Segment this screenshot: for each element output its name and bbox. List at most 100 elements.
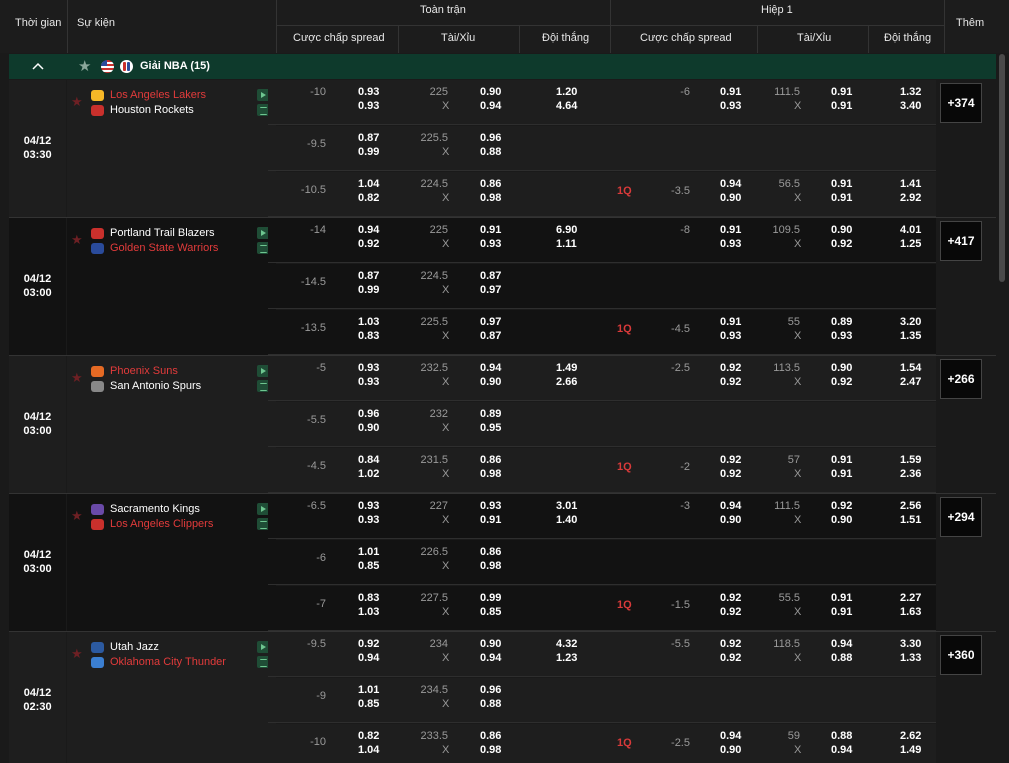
handicap-odd-home[interactable]: 0.93 [358,362,379,374]
handicap-odd-home[interactable]: 0.92 [358,638,379,650]
match-event[interactable]: ★ Utah Jazz Oklahoma City Thunder [67,632,276,763]
half-winner-odd-away[interactable]: 1.25 [900,238,921,250]
half-winner-odd-home[interactable]: 2.62 [900,730,921,742]
winner-odd-home[interactable]: 4.32 [556,638,577,650]
winner-odd-away[interactable]: 1.23 [556,652,577,664]
half-handicap-odd-away[interactable]: 0.90 [720,744,741,756]
handicap-odd-away[interactable]: 0.85 [358,560,379,572]
half-total-odd-under[interactable]: 0.94 [831,744,852,756]
half-total-odd-under[interactable]: 0.92 [831,238,852,250]
half-total-odd-over[interactable]: 0.89 [831,316,852,328]
half-handicap-odd-away[interactable]: 0.90 [720,192,741,204]
handicap-odd-home[interactable]: 0.93 [358,86,379,98]
half-handicap-odd-away[interactable]: 0.92 [720,652,741,664]
total-odd-under[interactable]: 0.91 [480,514,501,526]
half-winner-odd-home[interactable]: 1.54 [900,362,921,374]
handicap-odd-away[interactable]: 1.04 [358,744,379,756]
handicap-odd-away[interactable]: 0.94 [358,652,379,664]
half-total-odd-under[interactable]: 0.92 [831,376,852,388]
winner-odd-home[interactable]: 1.20 [556,86,577,98]
team2-name[interactable]: Golden State Warriors [110,242,218,254]
total-odd-over[interactable]: 0.94 [480,362,501,374]
team2-name[interactable]: Houston Rockets [110,104,194,116]
total-odd-over[interactable]: 0.86 [480,546,501,558]
half-winner-odd-home[interactable]: 4.01 [900,224,921,236]
half-winner-odd-home[interactable]: 3.20 [900,316,921,328]
total-odd-under[interactable]: 0.98 [480,468,501,480]
half-handicap-odd-home[interactable]: 0.94 [720,178,741,190]
team1-name[interactable]: Utah Jazz [110,641,159,653]
handicap-odd-home[interactable]: 1.04 [358,178,379,190]
half-handicap-odd-away[interactable]: 0.93 [720,100,741,112]
total-odd-over[interactable]: 0.96 [480,684,501,696]
half-winner-odd-away[interactable]: 2.92 [900,192,921,204]
handicap-odd-home[interactable]: 0.87 [358,270,379,282]
total-odd-under[interactable]: 0.93 [480,238,501,250]
winner-odd-home[interactable]: 3.01 [556,500,577,512]
half-total-odd-over[interactable]: 0.91 [831,592,852,604]
half-handicap-odd-home[interactable]: 0.92 [720,362,741,374]
half-winner-odd-away[interactable]: 1.35 [900,330,921,342]
handicap-odd-home[interactable]: 0.93 [358,500,379,512]
scrollbar-thumb[interactable] [999,54,1005,282]
match-event[interactable]: ★ Sacramento Kings Los Angeles Clippers [67,494,276,632]
half-winner-odd-home[interactable]: 2.27 [900,592,921,604]
half-handicap-odd-away[interactable]: 0.92 [720,376,741,388]
total-odd-under[interactable]: 0.94 [480,652,501,664]
team1-name[interactable]: Phoenix Suns [110,365,178,377]
more-markets-button[interactable]: +266 [940,359,982,399]
half-total-odd-over[interactable]: 0.91 [831,454,852,466]
total-odd-under[interactable]: 0.88 [480,146,501,158]
half-winner-odd-home[interactable]: 1.41 [900,178,921,190]
handicap-odd-away[interactable]: 0.93 [358,100,379,112]
half-winner-odd-home[interactable]: 1.32 [900,86,921,98]
total-odd-over[interactable]: 0.90 [480,86,501,98]
half-handicap-odd-away[interactable]: 0.90 [720,514,741,526]
total-odd-under[interactable]: 0.94 [480,100,501,112]
handicap-odd-away[interactable]: 0.99 [358,284,379,296]
total-odd-over[interactable]: 0.93 [480,500,501,512]
more-markets-button[interactable]: +360 [940,635,982,675]
half-handicap-odd-home[interactable]: 0.92 [720,592,741,604]
handicap-odd-home[interactable]: 0.84 [358,454,379,466]
handicap-odd-away[interactable]: 0.93 [358,514,379,526]
handicap-odd-away[interactable]: 0.82 [358,192,379,204]
half-handicap-odd-away[interactable]: 0.92 [720,606,741,618]
total-odd-under[interactable]: 0.88 [480,698,501,710]
handicap-odd-away[interactable]: 0.99 [358,146,379,158]
half-total-odd-over[interactable]: 0.94 [831,638,852,650]
favorite-star-icon[interactable]: ★ [71,232,83,248]
handicap-odd-away[interactable]: 1.03 [358,606,379,618]
match-event[interactable]: ★ Portland Trail Blazers Golden State Warr… [67,218,276,356]
half-total-odd-under[interactable]: 0.91 [831,192,852,204]
winner-odd-away[interactable]: 1.40 [556,514,577,526]
half-total-odd-over[interactable]: 0.90 [831,362,852,374]
winner-odd-home[interactable]: 6.90 [556,224,577,236]
total-odd-under[interactable]: 0.90 [480,376,501,388]
half-total-odd-over[interactable]: 0.88 [831,730,852,742]
half-total-odd-over[interactable]: 0.90 [831,224,852,236]
team1-name[interactable]: Los Angeles Lakers [110,89,206,101]
winner-odd-away[interactable]: 2.66 [556,376,577,388]
team1-name[interactable]: Sacramento Kings [110,503,200,515]
handicap-odd-home[interactable]: 0.94 [358,224,379,236]
half-handicap-odd-away[interactable]: 0.93 [720,330,741,342]
winner-odd-home[interactable]: 1.49 [556,362,577,374]
half-winner-odd-home[interactable]: 3.30 [900,638,921,650]
half-winner-odd-away[interactable]: 2.36 [900,468,921,480]
handicap-odd-away[interactable]: 0.92 [358,238,379,250]
handicap-odd-away[interactable]: 0.85 [358,698,379,710]
half-total-odd-under[interactable]: 0.91 [831,606,852,618]
total-odd-under[interactable]: 0.85 [480,606,501,618]
half-total-odd-under[interactable]: 0.91 [831,100,852,112]
team2-name[interactable]: Los Angeles Clippers [110,518,213,530]
total-odd-under[interactable]: 0.98 [480,192,501,204]
handicap-odd-home[interactable]: 1.01 [358,684,379,696]
handicap-odd-away[interactable]: 1.02 [358,468,379,480]
half-winner-odd-home[interactable]: 1.59 [900,454,921,466]
half-handicap-odd-away[interactable]: 0.92 [720,468,741,480]
half-handicap-odd-home[interactable]: 0.94 [720,500,741,512]
team1-name[interactable]: Portland Trail Blazers [110,227,215,239]
half-winner-odd-away[interactable]: 1.49 [900,744,921,756]
total-odd-over[interactable]: 0.87 [480,270,501,282]
